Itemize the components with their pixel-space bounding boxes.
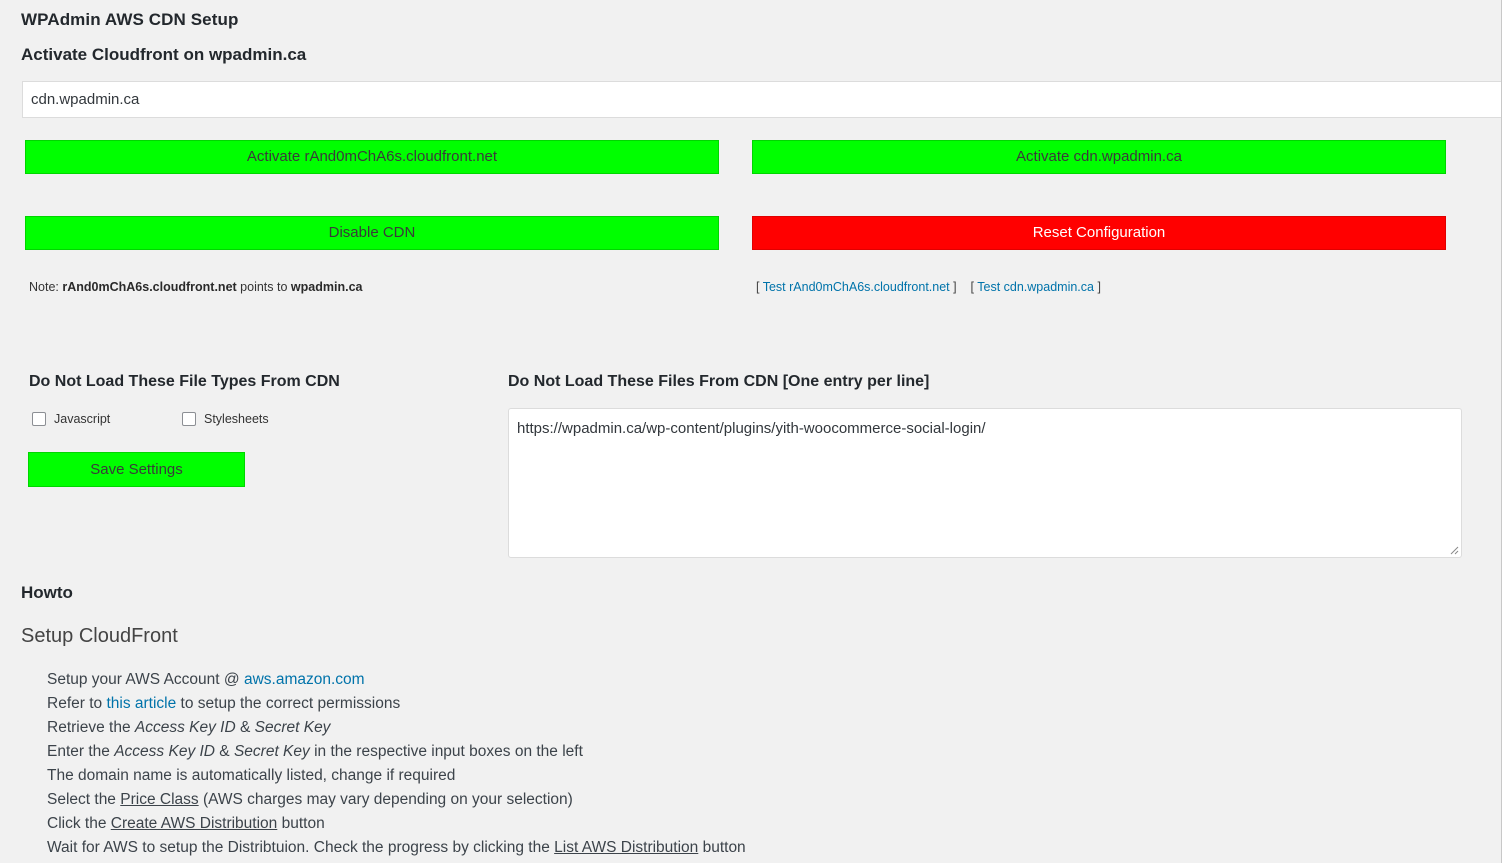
aws-link[interactable]: aws.amazon.com (244, 671, 365, 688)
step-text: Setup your AWS Account @ (47, 671, 244, 688)
bracket-open: [ (756, 280, 760, 294)
step-text: Select the (47, 791, 121, 808)
step-text: The domain name is automatically listed,… (47, 767, 456, 784)
javascript-label: Javascript (54, 412, 111, 426)
list-item: The domain name is automatically listed,… (47, 764, 746, 788)
bracket-close: ] (953, 280, 957, 294)
list-item: Enter the Access Key ID & Secret Key in … (47, 740, 746, 764)
activate-cloudfront-button[interactable]: Activate rAnd0mChA6s.cloudfront.net (25, 140, 719, 174)
test-links: [ Test rAnd0mChA6s.cloudfront.net ] [ Te… (756, 280, 1101, 294)
list-item: Click the Create AWS Distribution button (47, 812, 746, 836)
step-text: in the respective input boxes on the lef… (309, 743, 583, 760)
howto-heading: Howto (21, 583, 73, 602)
stylesheets-checkbox[interactable] (182, 412, 196, 426)
page-title: WPAdmin AWS CDN Setup (21, 10, 239, 29)
setup-cloudfront-title: Setup CloudFront (21, 625, 178, 647)
setup-steps-list: Setup your AWS Account @ aws.amazon.com … (47, 668, 746, 860)
list-item: Select the Price Class (AWS charges may … (47, 788, 746, 812)
create-distribution-ref: Create AWS Distribution (110, 815, 278, 832)
step-emphasis: Access Key ID (114, 743, 215, 760)
file-types-heading: Do Not Load These File Types From CDN (29, 373, 340, 390)
step-text: Refer to (47, 695, 107, 712)
section-title-activate: Activate Cloudfront on wpadmin.ca (21, 45, 307, 64)
step-text: Wait for AWS to setup the Distribtuion. … (47, 839, 555, 856)
save-settings-button[interactable]: Save Settings (28, 452, 245, 487)
excluded-files-textarea[interactable]: https://wpadmin.ca/wp-content/plugins/yi… (508, 408, 1462, 558)
cdn-domain-input[interactable]: cdn.wpadmin.ca (22, 81, 1502, 118)
list-item: Wait for AWS to setup the Distribtuion. … (47, 836, 746, 860)
step-emphasis: Secret Key (233, 743, 310, 760)
bracket-open: [ (970, 280, 974, 294)
step-text: to setup the correct permissions (176, 695, 401, 712)
step-text: & (235, 719, 255, 736)
step-text: Retrieve the (47, 719, 135, 736)
excluded-files-value: https://wpadmin.ca/wp-content/plugins/yi… (517, 420, 986, 437)
step-text: button (277, 815, 325, 832)
step-text: Click the (47, 815, 111, 832)
note-cloudfront-host: rAnd0mChA6s.cloudfront.net (62, 280, 237, 294)
reset-configuration-button[interactable]: Reset Configuration (752, 216, 1446, 250)
list-item: Refer to this article to setup the corre… (47, 692, 746, 716)
list-distribution-ref: List AWS Distribution (554, 839, 699, 856)
resize-grip-icon[interactable] (1450, 546, 1459, 555)
step-text: & (215, 743, 234, 760)
plugin-settings-page: WPAdmin AWS CDN Setup Activate Cloudfron… (0, 0, 1502, 863)
stylesheets-label: Stylesheets (204, 412, 269, 426)
javascript-checkbox[interactable] (32, 412, 46, 426)
test-cdn-domain-link[interactable]: Test cdn.wpadmin.ca (977, 280, 1094, 294)
note-target: wpadmin.ca (290, 280, 363, 294)
step-text: Enter the (47, 743, 115, 760)
step-emphasis: Access Key ID (134, 719, 236, 736)
excluded-files-heading: Do Not Load These Files From CDN [One en… (508, 373, 930, 390)
step-emphasis: Secret Key (254, 719, 331, 736)
step-text: (AWS charges may vary depending on your … (198, 791, 573, 808)
cdn-note: Note: rAnd0mChA6s.cloudfront.net points … (29, 280, 362, 294)
note-prefix: Note: (29, 280, 59, 294)
this-article-link[interactable]: this article (106, 695, 176, 712)
test-cloudfront-link[interactable]: Test rAnd0mChA6s.cloudfront.net (763, 280, 950, 294)
activate-cdn-domain-button[interactable]: Activate cdn.wpadmin.ca (752, 140, 1446, 174)
bracket-close: ] (1097, 280, 1101, 294)
list-item: Retrieve the Access Key ID & Secret Key (47, 716, 746, 740)
step-text: button (698, 839, 746, 856)
price-class-ref: Price Class (120, 791, 199, 808)
list-item: Setup your AWS Account @ aws.amazon.com (47, 668, 746, 692)
note-middle: points to (240, 280, 288, 294)
disable-cdn-button[interactable]: Disable CDN (25, 216, 719, 250)
